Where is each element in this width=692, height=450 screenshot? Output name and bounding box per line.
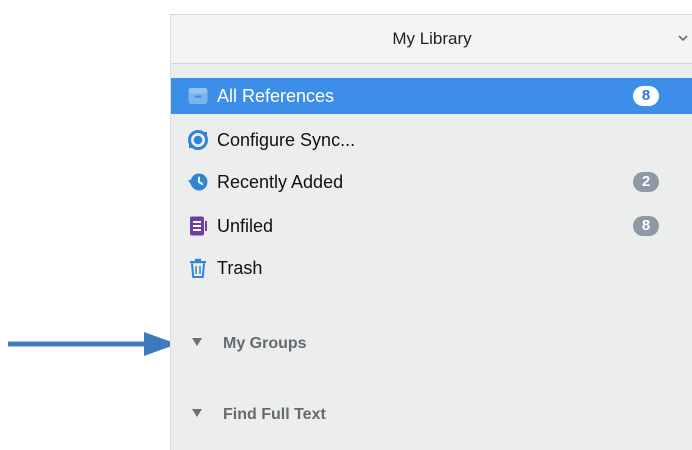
history-clock-icon — [188, 173, 208, 191]
section-my-groups[interactable]: My Groups — [171, 330, 692, 358]
sidebar-item-trash[interactable]: Trash — [171, 250, 692, 286]
archive-box-icon — [188, 88, 208, 104]
sidebar-item-label: Unfiled — [217, 216, 274, 236]
library-sidebar: My Library All References 8 Configure Sy… — [170, 14, 692, 450]
sidebar-item-label: Configure Sync... — [217, 130, 356, 150]
disclosure-triangle-icon[interactable] — [192, 338, 202, 348]
library-selector[interactable]: My Library — [171, 14, 692, 64]
annotation-arrow-icon — [8, 332, 177, 356]
screenshot-stage: My Library All References 8 Configure Sy… — [0, 0, 692, 450]
sidebar-item-label: All References — [217, 86, 335, 106]
unfiled-count-badge: 8 — [633, 216, 659, 236]
document-list-icon — [190, 216, 207, 236]
sidebar-item-configure-sync[interactable]: Configure Sync... — [171, 122, 692, 158]
sidebar-item-all-references[interactable]: All References 8 — [171, 78, 692, 114]
section-label: Find Full Text — [223, 406, 326, 423]
trash-icon — [190, 258, 206, 278]
disclosure-triangle-icon[interactable] — [192, 409, 202, 419]
section-label: My Groups — [223, 335, 307, 352]
library-title: My Library — [392, 29, 472, 48]
sync-icon — [188, 130, 208, 150]
sidebar-item-unfiled[interactable]: Unfiled 8 — [171, 208, 692, 244]
recent-count-badge: 2 — [633, 172, 659, 192]
reference-count-badge: 8 — [633, 86, 659, 106]
chevron-down-icon[interactable] — [677, 31, 689, 45]
section-find-full-text[interactable]: Find Full Text — [171, 401, 692, 429]
sidebar-item-label: Recently Added — [217, 172, 344, 192]
sidebar-item-label: Trash — [217, 258, 263, 278]
sidebar-item-recently-added[interactable]: Recently Added 2 — [171, 164, 692, 200]
